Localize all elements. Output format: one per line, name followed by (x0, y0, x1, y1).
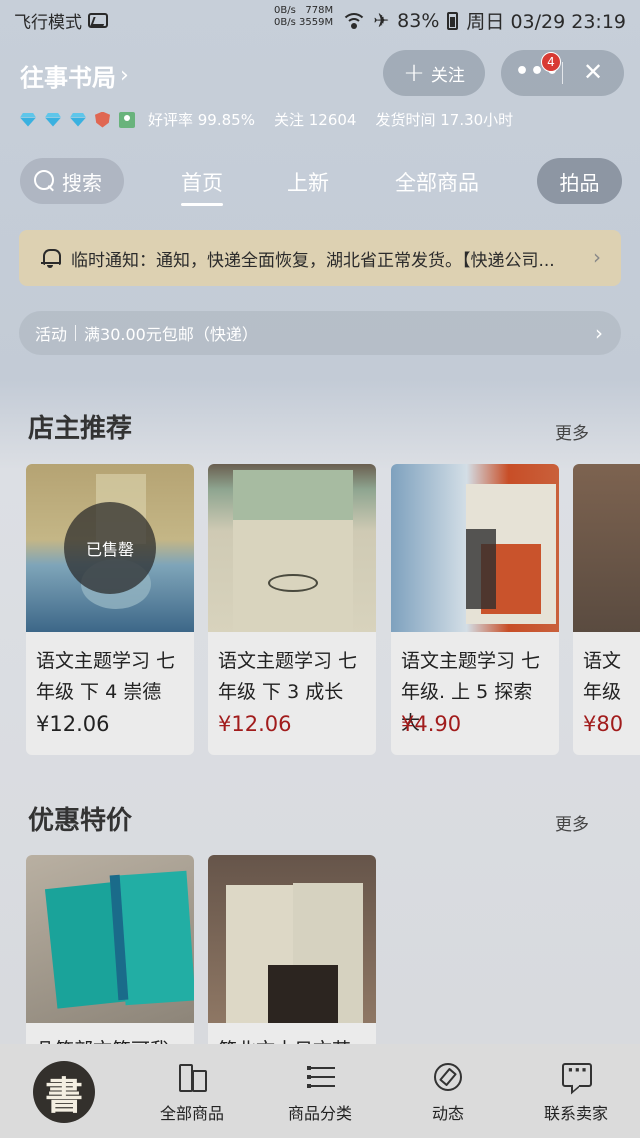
tab-all-goods[interactable]: 全部商品 (395, 167, 479, 197)
chat-icon (561, 1060, 592, 1095)
goods-icon (177, 1062, 207, 1092)
battery-percent: 83% (397, 9, 440, 32)
section-title-special: 优惠特价 (28, 806, 133, 836)
shield-icon (95, 111, 110, 128)
bottom-tab-all-goods[interactable]: 全部商品 (142, 1062, 242, 1124)
section-title-recommend: 店主推荐 (28, 414, 133, 444)
chevron-right-icon: › (595, 321, 603, 345)
clock: 周日 03/29 23:19 (466, 11, 626, 33)
product-name: 语文主题学习 七年级 下 3 成长 (218, 650, 358, 703)
notice-banner[interactable]: 临时通知：通知，快递全面恢复，湖北省正常发货。【快递公司... › (19, 230, 621, 286)
product-image: 已售罄 (26, 464, 194, 632)
product-card[interactable]: 语文主题学习 七年级. 上 5 探索大 ¥4.90 (391, 464, 559, 755)
close-icon[interactable]: ✕ (583, 58, 603, 86)
search-icon (34, 170, 56, 192)
compass-icon (433, 1062, 463, 1092)
product-card[interactable]: 已售罄 语文主题学习 七年级 下 4 崇德 ¥12.06 (26, 464, 194, 755)
mini-program-capsule: ••• ✕ (501, 50, 624, 96)
bottom-tab-bar: 書 全部商品 商品分类 动态 联系卖家 (0, 1044, 640, 1138)
product-card[interactable]: 笹北文十日文艺 (208, 855, 376, 1055)
ship-time-text: 发货时间 17.30小时 (375, 111, 514, 129)
chevron-right-icon: › (593, 245, 601, 269)
product-image (208, 855, 376, 1023)
wifi-icon (343, 12, 366, 29)
product-price: ¥4.90 (401, 712, 462, 736)
bottom-tab-contact-seller[interactable]: 联系卖家 (526, 1060, 626, 1124)
verified-user-icon (119, 111, 135, 128)
product-image (573, 464, 640, 632)
notification-badge: 4 (541, 52, 561, 72)
shop-stats: 好评率 99.85% 关注 12604 发货时间 17.30小时 (20, 109, 519, 130)
product-card[interactable]: 语文 年级 ¥80 (573, 464, 640, 755)
diamond-icon (20, 113, 36, 127)
product-image (26, 855, 194, 1023)
bottom-tab-feed[interactable]: 动态 (398, 1062, 498, 1124)
tab-new[interactable]: 上新 (287, 167, 329, 197)
shop-name-link[interactable]: 往事书局 › (20, 58, 129, 93)
status-bar: 飞行模式 0B/s 778M 0B/s 3559M ✈ 83% 周日 03/29… (0, 0, 640, 40)
rating-text: 好评率 99.85% (148, 111, 255, 129)
promo-bar[interactable]: 活动 满30.00元包邮（快递） › (19, 311, 621, 355)
tab-home[interactable]: 首页 (181, 167, 223, 206)
list-icon (305, 1062, 335, 1092)
airplane-mode-text: 飞行模式 (14, 13, 82, 33)
product-price: ¥12.06 (218, 712, 292, 736)
recommend-more-link[interactable]: 更多 (555, 419, 589, 444)
battery-icon (447, 11, 459, 30)
promo-tag: 活动 (35, 325, 68, 344)
diamond-icon (70, 113, 86, 127)
product-price: ¥12.06 (36, 712, 110, 736)
airplane-icon: ✈ (373, 9, 390, 32)
promo-text: 满30.00元包邮（快递） (84, 325, 258, 344)
product-price: ¥80 (583, 712, 624, 736)
diamond-icon (45, 113, 61, 127)
special-more-link[interactable]: 更多 (555, 810, 589, 835)
activity-icon (88, 13, 108, 28)
sold-out-overlay: 已售罄 (64, 502, 156, 594)
product-image (208, 464, 376, 632)
product-card[interactable]: 凡笑部文笔可我 (26, 855, 194, 1055)
bell-icon (41, 248, 61, 268)
notice-text: 临时通知：通知，快递全面恢复，湖北省正常发货。【快递公司... (71, 250, 555, 271)
product-name: 语文 年级 (583, 650, 622, 703)
product-name: 语文主题学习 七年级 下 4 崇德 (36, 650, 176, 703)
network-speed: 0B/s 778M 0B/s 3559M (274, 5, 334, 28)
search-button[interactable]: 搜索 (20, 158, 124, 204)
auction-button[interactable]: 拍品 (537, 158, 622, 204)
bottom-tab-categories[interactable]: 商品分类 (270, 1062, 370, 1124)
product-card[interactable]: 语文主题学习 七年级 下 3 成长 ¥12.06 (208, 464, 376, 755)
product-image (391, 464, 559, 632)
follow-button[interactable]: + 关注 (383, 50, 485, 96)
shop-logo[interactable]: 書 (33, 1061, 95, 1123)
followers-text: 关注 12604 (273, 111, 357, 129)
plus-icon: + (403, 58, 425, 88)
chevron-right-icon: › (120, 63, 129, 88)
